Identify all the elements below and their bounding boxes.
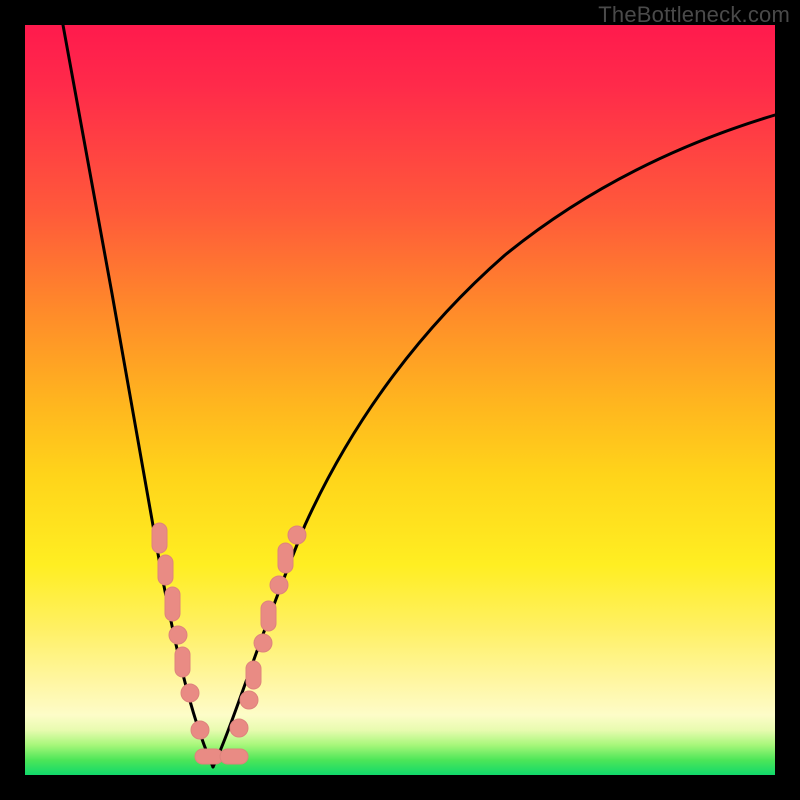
marker [288,526,306,544]
marker [220,749,248,764]
right-branch-curve [213,115,775,767]
marker [240,691,258,709]
outer-frame: TheBottleneck.com [0,0,800,800]
marker [254,634,272,652]
watermark-text: TheBottleneck.com [598,2,790,28]
marker [165,587,180,621]
marker [230,719,248,737]
marker [152,523,167,553]
marker [158,555,173,585]
marker [246,661,261,689]
marker [278,543,293,573]
marker [181,684,199,702]
chart-svg [25,25,775,775]
marker [270,576,288,594]
marker [169,626,187,644]
marker [175,647,190,677]
marker [191,721,209,739]
marker [261,601,276,631]
marker [195,749,223,764]
